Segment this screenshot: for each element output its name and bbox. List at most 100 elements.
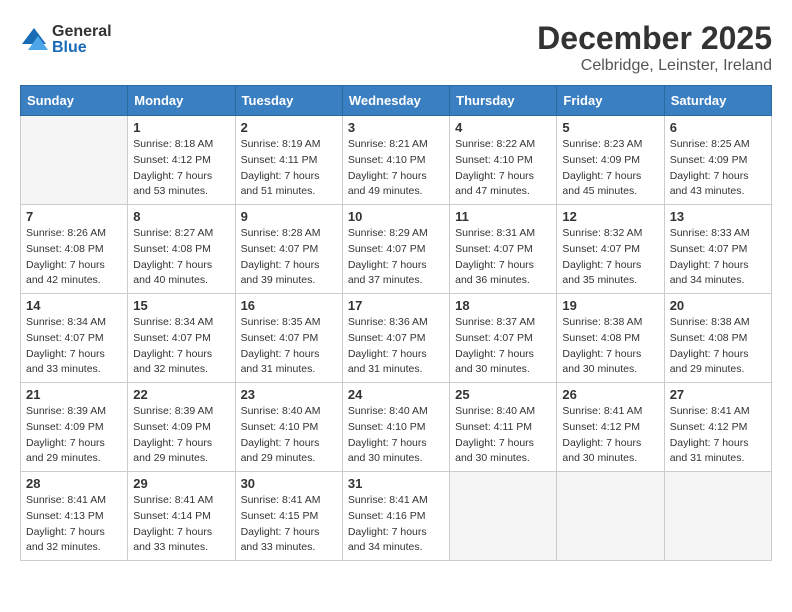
day-info: Sunrise: 8:34 AM Sunset: 4:07 PM Dayligh… (133, 315, 229, 378)
day-info: Sunrise: 8:19 AM Sunset: 4:11 PM Dayligh… (241, 137, 337, 200)
day-cell: 5 Sunrise: 8:23 AM Sunset: 4:09 PM Dayli… (557, 116, 664, 205)
day-info: Sunrise: 8:37 AM Sunset: 4:07 PM Dayligh… (455, 315, 551, 378)
week-row-2: 7 Sunrise: 8:26 AM Sunset: 4:08 PM Dayli… (21, 205, 772, 294)
calendar-table: SundayMondayTuesdayWednesdayThursdayFrid… (20, 85, 772, 561)
day-cell: 28 Sunrise: 8:41 AM Sunset: 4:13 PM Dayl… (21, 472, 128, 561)
logo-text: General Blue (52, 24, 112, 56)
day-number: 1 (133, 120, 229, 135)
day-cell: 13 Sunrise: 8:33 AM Sunset: 4:07 PM Dayl… (664, 205, 771, 294)
header-row: SundayMondayTuesdayWednesdayThursdayFrid… (21, 86, 772, 116)
day-number: 13 (670, 209, 766, 224)
month-title: December 2025 (537, 20, 772, 57)
day-info: Sunrise: 8:26 AM Sunset: 4:08 PM Dayligh… (26, 226, 122, 289)
day-number: 5 (562, 120, 658, 135)
day-info: Sunrise: 8:38 AM Sunset: 4:08 PM Dayligh… (670, 315, 766, 378)
day-number: 26 (562, 387, 658, 402)
logo-blue-text: Blue (52, 40, 112, 56)
header-cell-saturday: Saturday (664, 86, 771, 116)
day-info: Sunrise: 8:22 AM Sunset: 4:10 PM Dayligh… (455, 137, 551, 200)
day-cell (450, 472, 557, 561)
week-row-1: 1 Sunrise: 8:18 AM Sunset: 4:12 PM Dayli… (21, 116, 772, 205)
day-number: 23 (241, 387, 337, 402)
day-cell: 6 Sunrise: 8:25 AM Sunset: 4:09 PM Dayli… (664, 116, 771, 205)
logo: General Blue (20, 24, 112, 56)
day-number: 4 (455, 120, 551, 135)
header-cell-thursday: Thursday (450, 86, 557, 116)
page-header: General Blue December 2025 Celbridge, Le… (20, 20, 772, 75)
day-cell: 25 Sunrise: 8:40 AM Sunset: 4:11 PM Dayl… (450, 383, 557, 472)
day-number: 3 (348, 120, 444, 135)
day-number: 22 (133, 387, 229, 402)
logo-icon (20, 26, 48, 54)
day-cell: 11 Sunrise: 8:31 AM Sunset: 4:07 PM Dayl… (450, 205, 557, 294)
day-cell: 18 Sunrise: 8:37 AM Sunset: 4:07 PM Dayl… (450, 294, 557, 383)
header-cell-sunday: Sunday (21, 86, 128, 116)
day-number: 16 (241, 298, 337, 313)
day-number: 11 (455, 209, 551, 224)
day-number: 12 (562, 209, 658, 224)
title-block: December 2025 Celbridge, Leinster, Irela… (537, 20, 772, 75)
day-cell: 7 Sunrise: 8:26 AM Sunset: 4:08 PM Dayli… (21, 205, 128, 294)
day-info: Sunrise: 8:39 AM Sunset: 4:09 PM Dayligh… (133, 404, 229, 467)
day-info: Sunrise: 8:40 AM Sunset: 4:10 PM Dayligh… (348, 404, 444, 467)
day-cell: 31 Sunrise: 8:41 AM Sunset: 4:16 PM Dayl… (342, 472, 449, 561)
day-number: 2 (241, 120, 337, 135)
week-row-5: 28 Sunrise: 8:41 AM Sunset: 4:13 PM Dayl… (21, 472, 772, 561)
day-cell: 1 Sunrise: 8:18 AM Sunset: 4:12 PM Dayli… (128, 116, 235, 205)
day-info: Sunrise: 8:33 AM Sunset: 4:07 PM Dayligh… (670, 226, 766, 289)
calendar-header: SundayMondayTuesdayWednesdayThursdayFrid… (21, 86, 772, 116)
day-cell: 9 Sunrise: 8:28 AM Sunset: 4:07 PM Dayli… (235, 205, 342, 294)
day-number: 28 (26, 476, 122, 491)
day-info: Sunrise: 8:21 AM Sunset: 4:10 PM Dayligh… (348, 137, 444, 200)
day-number: 29 (133, 476, 229, 491)
day-cell (21, 116, 128, 205)
day-number: 31 (348, 476, 444, 491)
day-cell: 27 Sunrise: 8:41 AM Sunset: 4:12 PM Dayl… (664, 383, 771, 472)
day-info: Sunrise: 8:18 AM Sunset: 4:12 PM Dayligh… (133, 137, 229, 200)
day-number: 15 (133, 298, 229, 313)
day-cell: 30 Sunrise: 8:41 AM Sunset: 4:15 PM Dayl… (235, 472, 342, 561)
day-cell: 8 Sunrise: 8:27 AM Sunset: 4:08 PM Dayli… (128, 205, 235, 294)
day-info: Sunrise: 8:41 AM Sunset: 4:16 PM Dayligh… (348, 493, 444, 556)
day-cell: 4 Sunrise: 8:22 AM Sunset: 4:10 PM Dayli… (450, 116, 557, 205)
day-number: 19 (562, 298, 658, 313)
day-info: Sunrise: 8:27 AM Sunset: 4:08 PM Dayligh… (133, 226, 229, 289)
day-cell: 24 Sunrise: 8:40 AM Sunset: 4:10 PM Dayl… (342, 383, 449, 472)
day-info: Sunrise: 8:40 AM Sunset: 4:11 PM Dayligh… (455, 404, 551, 467)
day-number: 14 (26, 298, 122, 313)
day-info: Sunrise: 8:34 AM Sunset: 4:07 PM Dayligh… (26, 315, 122, 378)
day-cell: 2 Sunrise: 8:19 AM Sunset: 4:11 PM Dayli… (235, 116, 342, 205)
day-info: Sunrise: 8:41 AM Sunset: 4:14 PM Dayligh… (133, 493, 229, 556)
header-cell-friday: Friday (557, 86, 664, 116)
day-cell: 21 Sunrise: 8:39 AM Sunset: 4:09 PM Dayl… (21, 383, 128, 472)
day-cell (664, 472, 771, 561)
day-cell: 17 Sunrise: 8:36 AM Sunset: 4:07 PM Dayl… (342, 294, 449, 383)
day-number: 20 (670, 298, 766, 313)
day-number: 7 (26, 209, 122, 224)
day-cell: 14 Sunrise: 8:34 AM Sunset: 4:07 PM Dayl… (21, 294, 128, 383)
day-info: Sunrise: 8:36 AM Sunset: 4:07 PM Dayligh… (348, 315, 444, 378)
day-cell: 20 Sunrise: 8:38 AM Sunset: 4:08 PM Dayl… (664, 294, 771, 383)
day-number: 18 (455, 298, 551, 313)
day-info: Sunrise: 8:35 AM Sunset: 4:07 PM Dayligh… (241, 315, 337, 378)
day-number: 30 (241, 476, 337, 491)
day-number: 8 (133, 209, 229, 224)
day-number: 21 (26, 387, 122, 402)
day-number: 17 (348, 298, 444, 313)
day-info: Sunrise: 8:41 AM Sunset: 4:12 PM Dayligh… (670, 404, 766, 467)
calendar-body: 1 Sunrise: 8:18 AM Sunset: 4:12 PM Dayli… (21, 116, 772, 561)
day-number: 9 (241, 209, 337, 224)
day-cell: 3 Sunrise: 8:21 AM Sunset: 4:10 PM Dayli… (342, 116, 449, 205)
day-cell: 26 Sunrise: 8:41 AM Sunset: 4:12 PM Dayl… (557, 383, 664, 472)
header-cell-wednesday: Wednesday (342, 86, 449, 116)
day-number: 24 (348, 387, 444, 402)
day-info: Sunrise: 8:31 AM Sunset: 4:07 PM Dayligh… (455, 226, 551, 289)
day-info: Sunrise: 8:41 AM Sunset: 4:12 PM Dayligh… (562, 404, 658, 467)
day-cell: 12 Sunrise: 8:32 AM Sunset: 4:07 PM Dayl… (557, 205, 664, 294)
day-number: 27 (670, 387, 766, 402)
day-info: Sunrise: 8:40 AM Sunset: 4:10 PM Dayligh… (241, 404, 337, 467)
location-title: Celbridge, Leinster, Ireland (537, 57, 772, 75)
week-row-3: 14 Sunrise: 8:34 AM Sunset: 4:07 PM Dayl… (21, 294, 772, 383)
day-info: Sunrise: 8:25 AM Sunset: 4:09 PM Dayligh… (670, 137, 766, 200)
day-cell: 19 Sunrise: 8:38 AM Sunset: 4:08 PM Dayl… (557, 294, 664, 383)
